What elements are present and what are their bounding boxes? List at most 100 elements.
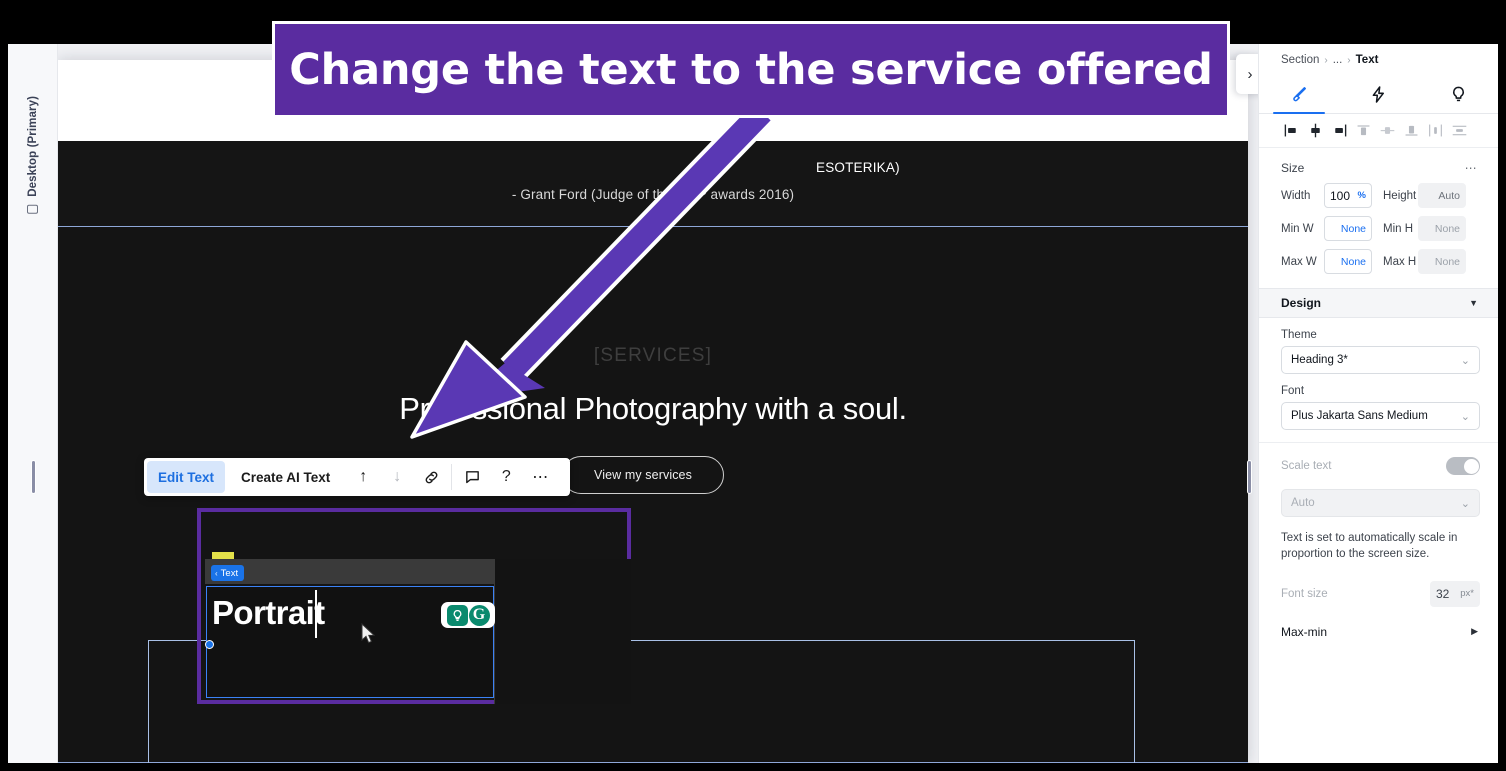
size-more-button[interactable]: ⋯ <box>1465 161 1478 175</box>
height-value: Auto <box>1438 189 1460 202</box>
tab-insights[interactable] <box>1418 76 1498 113</box>
font-size-input[interactable]: 32 px* <box>1430 580 1480 607</box>
breadcrumb-ellipsis[interactable]: ... <box>1333 54 1343 66</box>
resize-handle-left[interactable] <box>31 460 36 494</box>
min-width-input[interactable]: None <box>1324 216 1372 241</box>
section-quote[interactable]: ESOTERIKA) - Grant Ford (Judge of the WS… <box>58 141 1248 226</box>
width-unit: % <box>1357 190 1366 201</box>
badge-back-chevron-icon: ‹ <box>215 568 218 578</box>
theme-value: Heading 3* <box>1291 354 1348 366</box>
breadcrumb-sep-2: › <box>1347 54 1351 66</box>
callout-banner: Change the text to the service offered <box>272 21 1230 118</box>
link-icon[interactable] <box>414 458 448 496</box>
align-left-icon[interactable] <box>1279 120 1303 142</box>
move-down-button[interactable]: ↓ <box>380 458 414 496</box>
toolbar-divider <box>451 464 453 490</box>
chevron-down-icon[interactable]: ▼ <box>1469 298 1478 308</box>
tab-design[interactable] <box>1259 76 1339 114</box>
theme-label: Theme <box>1281 329 1317 341</box>
callout-text: Change the text to the service offered <box>289 44 1213 95</box>
size-section-header: Size ⋯ <box>1259 148 1498 179</box>
help-button[interactable]: ? <box>489 458 523 496</box>
grammarly-widget[interactable]: G <box>441 602 495 628</box>
align-middle-icon[interactable] <box>1375 120 1399 142</box>
text-caret <box>315 590 317 638</box>
font-select[interactable]: Plus Jakarta Sans Medium ⌄ <box>1281 402 1480 430</box>
scale-mode-value: Auto <box>1291 497 1315 509</box>
element-type-badge[interactable]: ‹ Text <box>211 565 245 581</box>
chevron-down-icon: ⌄ <box>1460 354 1470 367</box>
min-width-label: Min W <box>1281 222 1314 235</box>
width-height-row: Width 100 % Height Auto <box>1259 179 1498 212</box>
font-size-unit: px* <box>1460 588 1474 600</box>
text-content[interactable]: Portrait <box>212 596 325 629</box>
width-label: Width <box>1281 189 1311 202</box>
width-value: 100 <box>1330 188 1351 203</box>
width-input[interactable]: 100 % <box>1324 183 1372 208</box>
resize-anchor-dot[interactable] <box>205 640 214 649</box>
services-eyebrow: [SERVICES] <box>593 345 713 366</box>
breadcrumb: Section › ... › Text <box>1259 44 1498 76</box>
services-heading: Professional Photography with a soul. <box>399 391 907 426</box>
element-type-label: Text <box>220 567 239 579</box>
scale-text-label: Scale text <box>1281 460 1332 472</box>
align-center-horizontal-icon[interactable] <box>1303 120 1327 142</box>
font-size-label: Font size <box>1281 587 1328 600</box>
max-height-input[interactable]: None <box>1418 249 1466 274</box>
lightbulb-icon <box>1452 86 1464 102</box>
alignment-toolbar <box>1259 114 1498 148</box>
align-right-icon[interactable] <box>1327 120 1351 142</box>
font-size-row: Font size 32 px* <box>1259 563 1498 607</box>
grammarly-logo-icon[interactable]: G <box>468 604 490 626</box>
max-width-input[interactable]: None <box>1324 249 1372 274</box>
scale-text-row: Scale text <box>1259 442 1498 479</box>
tab-interactions[interactable] <box>1339 76 1419 113</box>
sibling-column <box>494 559 631 704</box>
align-top-icon[interactable] <box>1351 120 1375 142</box>
scale-helper-text: Text is set to automatically scale in pr… <box>1281 532 1458 561</box>
scale-text-toggle[interactable] <box>1446 457 1480 475</box>
edit-text-button[interactable]: Edit Text <box>147 461 226 493</box>
font-size-value: 32 <box>1436 586 1450 601</box>
left-rail: Desktop (Primary) <box>8 44 58 763</box>
more-options-button[interactable]: ⋯ <box>523 458 557 496</box>
comment-icon[interactable] <box>455 458 489 496</box>
lightbulb-icon[interactable] <box>446 604 468 626</box>
panel-tabs <box>1259 76 1498 114</box>
move-up-button[interactable]: ↑ <box>346 458 380 496</box>
height-label: Height <box>1383 189 1417 202</box>
height-input[interactable]: Auto <box>1418 183 1466 208</box>
chevron-down-icon: ⌄ <box>1460 497 1470 510</box>
font-value: Plus Jakarta Sans Medium <box>1291 410 1428 422</box>
resize-handle-right[interactable] <box>1247 460 1252 494</box>
distribute-vertical-icon[interactable] <box>1447 120 1471 142</box>
canvas-area[interactable]: ESOTERIKA) - Grant Ford (Judge of the WS… <box>58 44 1258 763</box>
scale-mode-select[interactable]: Auto ⌄ <box>1281 489 1480 517</box>
min-height-value: None <box>1434 222 1460 235</box>
device-label-text: Desktop (Primary) <box>26 96 39 197</box>
device-selector[interactable]: Desktop (Primary) <box>27 96 39 215</box>
screenshot-root: Desktop (Primary) ESOTERIKA) - Grant For… <box>0 0 1506 771</box>
selected-element-outline[interactable]: ‹ Text Portrait G <box>197 508 631 704</box>
max-height-value: None <box>1434 255 1460 268</box>
theme-select[interactable]: Heading 3* ⌄ <box>1281 346 1480 374</box>
max-min-row[interactable]: Max-min ▶ <box>1259 607 1498 639</box>
breadcrumb-section[interactable]: Section <box>1281 54 1319 66</box>
design-section-header[interactable]: Design ▼ <box>1259 288 1498 318</box>
size-title: Size <box>1281 161 1305 175</box>
monitor-icon <box>27 204 38 214</box>
chevron-right-icon: ▶ <box>1471 626 1478 637</box>
create-ai-text-button[interactable]: Create AI Text <box>225 458 346 496</box>
text-context-toolbar[interactable]: Edit Text Create AI Text ↑ ↓ ? ⋯ <box>144 458 570 496</box>
mouse-pointer-icon <box>361 623 376 644</box>
min-height-input[interactable]: None <box>1418 216 1466 241</box>
distribute-horizontal-icon[interactable] <box>1423 120 1447 142</box>
align-bottom-icon[interactable] <box>1399 120 1423 142</box>
min-width-value: None <box>1340 222 1366 235</box>
paintbrush-icon <box>1293 87 1307 102</box>
view-my-services-button[interactable]: View my services <box>562 456 724 494</box>
page-canvas[interactable]: ESOTERIKA) - Grant Ford (Judge of the WS… <box>58 60 1248 763</box>
max-size-row: Max W None Max H None <box>1259 245 1498 278</box>
properties-panel: Section › ... › Text Size ⋯ Width 100 % … <box>1258 44 1498 763</box>
max-width-value: None <box>1340 255 1366 268</box>
